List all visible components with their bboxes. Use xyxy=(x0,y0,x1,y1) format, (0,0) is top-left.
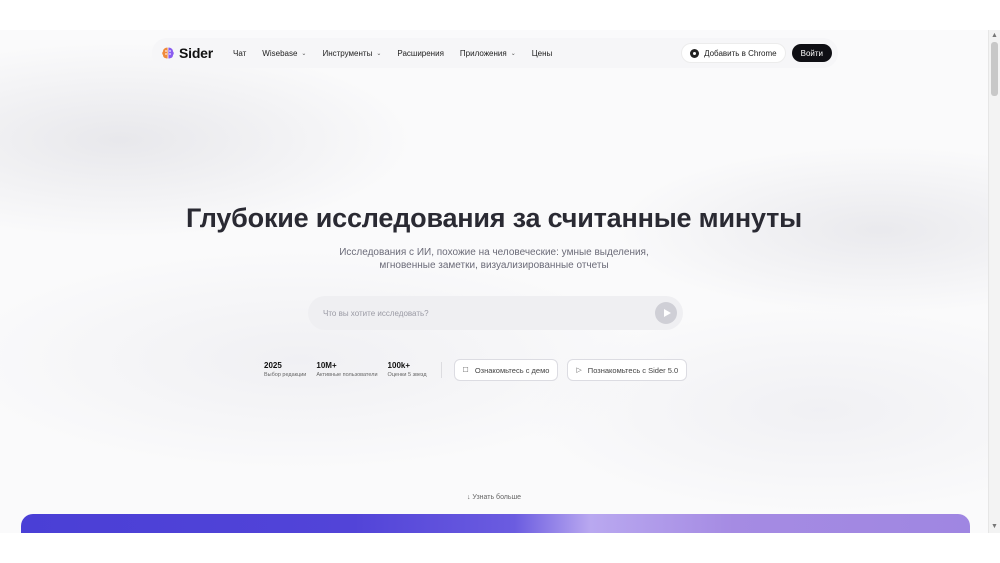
stats-divider xyxy=(440,362,442,378)
nav-item-wisebase[interactable]: Wisebase ⌄ xyxy=(262,49,306,58)
page-title: Глубокие исследования за считанные минут… xyxy=(186,203,802,233)
send-icon xyxy=(663,309,671,317)
brain-logo-icon xyxy=(162,47,174,59)
nav-item-label: Приложения xyxy=(459,48,507,58)
nav-item-label: Wisebase xyxy=(262,48,298,58)
research-input[interactable] xyxy=(321,307,655,319)
brand-logo[interactable]: Sider xyxy=(161,45,213,61)
thumbs-up-icon: ☐ xyxy=(462,367,469,374)
nav-item-tools[interactable]: Инструменты ⌄ xyxy=(322,49,381,58)
brand-name: Sider xyxy=(179,45,214,61)
scroll-down-icon[interactable]: ▼ xyxy=(989,521,1000,533)
stat-label: Активные пользователи xyxy=(316,372,378,378)
scroll-up-icon[interactable]: ▲ xyxy=(989,30,1000,42)
nav-item-extensions[interactable]: Расширения xyxy=(397,49,444,58)
subtitle-line-2: мгновенные заметки, визуализированные от… xyxy=(379,260,609,271)
chevron-down-icon: ⌄ xyxy=(301,50,307,57)
sider5-button-label: Познакомьтесь с Sider 5.0 xyxy=(587,365,679,375)
page-subtitle: Исследования с ИИ, похожие на человеческ… xyxy=(244,246,744,272)
top-navigation: Sider Чат Wisebase ⌄ Инструменты ⌄ Расши… xyxy=(152,38,838,68)
nav-item-chat[interactable]: Чат xyxy=(233,49,246,58)
add-to-chrome-button[interactable]: Добавить в Chrome xyxy=(681,43,786,63)
arrow-down-icon: ↓ xyxy=(466,494,471,501)
page-viewport: Sider Чат Wisebase ⌄ Инструменты ⌄ Расши… xyxy=(0,30,988,533)
play-icon: ▷ xyxy=(576,367,582,374)
stat-label: Выбор редакции xyxy=(264,372,307,378)
vertical-scrollbar[interactable]: ▲ ▼ xyxy=(988,30,1000,533)
stat-value: 10M+ xyxy=(316,361,337,370)
chrome-icon xyxy=(690,48,700,58)
send-button[interactable] xyxy=(655,302,677,324)
nav-actions: Добавить в Chrome Войти xyxy=(681,43,832,63)
feature-section-preview xyxy=(21,514,970,533)
scroll-thumb[interactable] xyxy=(991,42,998,96)
subtitle-line-1: Исследования с ИИ, похожие на человеческ… xyxy=(339,247,649,258)
nav-item-label: Чат xyxy=(233,48,247,58)
nav-menu: Чат Wisebase ⌄ Инструменты ⌄ Расширения … xyxy=(233,49,568,58)
stat-value: 100k+ xyxy=(387,361,411,370)
stat-editors-choice: 2025 Выбор редакции xyxy=(264,361,306,379)
learn-more-link[interactable]: ↓ Узнать больше xyxy=(0,494,988,501)
stat-five-star-ratings: 100k+ Оценки 5 звезд xyxy=(388,361,427,379)
stat-active-users: 10M+ Активные пользователи xyxy=(316,361,377,379)
learn-more-label: Узнать больше xyxy=(472,494,522,501)
nav-item-label: Расширения xyxy=(397,48,444,58)
stats-row: 2025 Выбор редакции 10M+ Активные пользо… xyxy=(264,358,696,382)
nav-item-label: Цены xyxy=(531,48,553,58)
nav-item-pricing[interactable]: Цены xyxy=(532,49,553,58)
chevron-down-icon: ⌄ xyxy=(376,50,382,57)
demo-button[interactable]: ☐ Ознакомьтесь с демо xyxy=(453,359,559,381)
research-search-box xyxy=(308,296,683,330)
chevron-down-icon: ⌄ xyxy=(510,50,516,57)
nav-item-apps[interactable]: Приложения ⌄ xyxy=(460,49,516,58)
stat-value: 2025 xyxy=(264,361,282,370)
nav-item-label: Инструменты xyxy=(322,48,373,58)
add-to-chrome-label: Добавить в Chrome xyxy=(704,48,777,58)
demo-button-label: Ознакомьтесь с демо xyxy=(474,365,550,375)
sider5-button[interactable]: ▷ Познакомьтесь с Sider 5.0 xyxy=(567,359,688,381)
login-button[interactable]: Войти xyxy=(791,44,832,62)
stat-label: Оценки 5 звезд xyxy=(387,372,427,378)
